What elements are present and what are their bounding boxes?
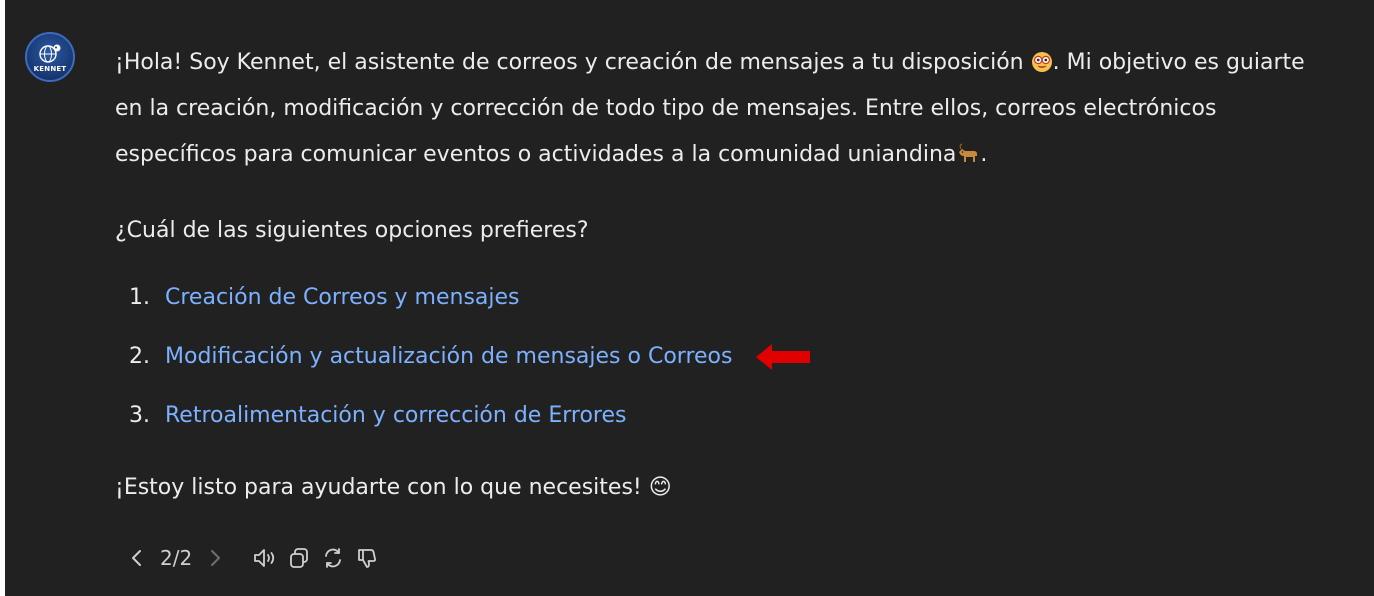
- assistant-avatar: KENNET: [25, 32, 75, 82]
- copy-button[interactable]: [282, 541, 316, 575]
- option-number: 1.: [129, 285, 150, 310]
- regenerate-icon: [325, 548, 342, 568]
- copy-icon: [290, 548, 309, 568]
- nerd-face-emoji-icon: [1031, 52, 1052, 72]
- option-number: 2.: [129, 344, 150, 369]
- next-response-button[interactable]: [198, 541, 232, 575]
- response-counter: 2/2: [160, 546, 193, 570]
- chat-window: KENNET ¡Hola! Soy Kennet, el asistente d…: [5, 0, 1374, 596]
- thumbs-down-button[interactable]: [350, 541, 384, 575]
- options-question: ¿Cuál de las siguientes opciones prefier…: [115, 218, 589, 243]
- assistant-message: ¡Hola! Soy Kennet, el asistente de corre…: [115, 40, 1315, 511]
- message-toolbar: 2/2: [120, 540, 384, 576]
- option-item-3: 3. Retroalimentación y corrección de Err…: [115, 386, 1315, 445]
- regenerate-button[interactable]: [316, 541, 350, 575]
- intro-text-1: ¡Hola! Soy Kennet, el asistente de corre…: [115, 50, 1031, 75]
- previous-icon: [132, 550, 141, 566]
- goat-emoji-icon: [959, 143, 978, 162]
- globe-mascot-icon: [39, 44, 61, 63]
- previous-response-button[interactable]: [120, 541, 154, 575]
- red-arrow-icon: [756, 343, 811, 370]
- intro-text-3: .: [980, 142, 988, 167]
- read-aloud-icon: [254, 549, 275, 567]
- smiling-face-emoji-icon: 😊: [648, 475, 672, 500]
- closing-paragraph: ¡Estoy listo para ayudarte con lo que ne…: [115, 465, 1315, 511]
- read-aloud-button[interactable]: [248, 541, 282, 575]
- avatar-brand-label: KENNET: [33, 64, 67, 73]
- intro-paragraph: ¡Hola! Soy Kennet, el asistente de corre…: [115, 40, 1315, 178]
- options-list: 1. Creación de Correos y mensajes 2. Mod…: [115, 268, 1315, 445]
- thumbs-down-icon: [358, 549, 377, 568]
- option-link-modify[interactable]: Modificación y actualización de mensajes…: [165, 327, 732, 386]
- option-item-2: 2. Modificación y actualización de mensa…: [115, 327, 1315, 386]
- option-link-feedback[interactable]: Retroalimentación y corrección de Errore…: [165, 386, 626, 445]
- option-item-1: 1. Creación de Correos y mensajes: [115, 268, 1315, 327]
- closing-text: ¡Estoy listo para ayudarte con lo que ne…: [115, 475, 649, 500]
- next-icon: [211, 550, 221, 566]
- option-number: 3.: [129, 403, 150, 428]
- option-link-create[interactable]: Creación de Correos y mensajes: [165, 268, 520, 327]
